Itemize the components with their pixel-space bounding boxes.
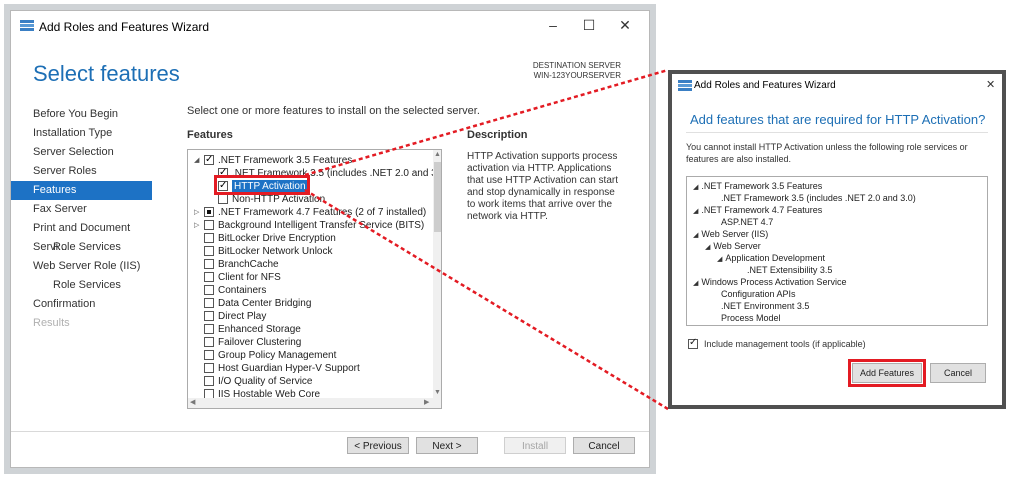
- close-icon[interactable]: ✕: [986, 78, 995, 91]
- required-features-dialog: Add Roles and Features Wizard ✕ Add feat…: [668, 70, 1006, 409]
- dialog-cancel-button[interactable]: Cancel: [930, 363, 986, 383]
- tree-item: Process Model: [721, 313, 781, 323]
- include-tools-label: Include management tools (if applicable): [704, 339, 866, 349]
- dialog-message: You cannot install HTTP Activation unles…: [686, 142, 968, 164]
- collapse-icon: ◢: [693, 184, 699, 191]
- connector-line-top: [304, 68, 669, 177]
- include-tools-checkbox[interactable]: ✓: [688, 337, 698, 349]
- server-manager-icon: [678, 80, 692, 91]
- collapse-icon: ◢: [693, 208, 699, 215]
- dialog-title: Add Roles and Features Wizard: [694, 80, 836, 91]
- check-icon: ✓: [689, 337, 698, 348]
- add-features-highlight: [848, 359, 926, 387]
- tree-item: .NET Environment 3.5: [721, 301, 810, 311]
- required-features-tree: ◢ .NET Framework 3.5 Features .NET Framew…: [686, 176, 988, 326]
- tree-item: ASP.NET 4.7: [721, 217, 774, 227]
- connector-line-bottom: [304, 188, 669, 411]
- collapse-icon: ◢: [705, 244, 711, 251]
- tree-item: Configuration APIs: [721, 289, 796, 299]
- dialog-heading: Add features that are required for HTTP …: [690, 112, 986, 127]
- tree-item: .NET Extensibility 3.5: [747, 265, 833, 275]
- collapse-icon: ◢: [717, 256, 723, 263]
- tree-item: .NET Framework 3.5 (includes .NET 2.0 an…: [721, 193, 916, 203]
- collapse-icon: ◢: [693, 232, 699, 239]
- collapse-icon: ◢: [693, 280, 699, 287]
- heading-divider: [686, 132, 988, 133]
